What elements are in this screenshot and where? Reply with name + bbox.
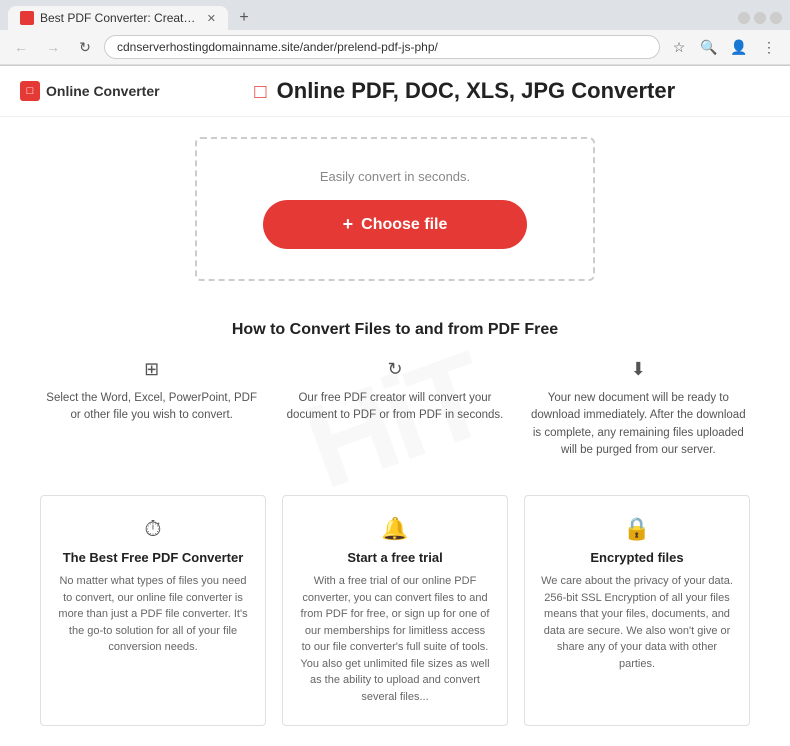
- step-1: ⊞ Select the Word, Excel, PowerPoint, PD…: [40, 359, 263, 459]
- feature-card-0: ⏱ The Best Free PDF Converter No matter …: [40, 495, 266, 726]
- bookmark-icon[interactable]: ☆: [666, 34, 692, 60]
- site-title: □ Online PDF, DOC, XLS, JPG Converter: [160, 78, 770, 104]
- feature-2-icon: 🔒: [623, 516, 650, 542]
- tab-close-icon[interactable]: ✕: [207, 12, 216, 25]
- feature-1-text: With a free trial of our online PDF conv…: [299, 573, 491, 705]
- menu-icon[interactable]: ⋮: [756, 34, 782, 60]
- logo-icon: □: [20, 81, 40, 101]
- how-to-section: How to Convert Files to and from PDF Fre…: [0, 301, 790, 479]
- url-text: cdnserverhostingdomainname.site/ander/pr…: [117, 40, 438, 54]
- upload-subtitle: Easily convert in seconds.: [320, 169, 470, 184]
- feature-2-title: Encrypted files: [590, 550, 683, 565]
- back-button[interactable]: ←: [8, 34, 34, 60]
- plus-icon: +: [343, 214, 354, 235]
- feature-0-text: No matter what types of files you need t…: [57, 573, 249, 656]
- page-content: HiT □ Online Converter □ Online PDF, DOC…: [0, 66, 790, 746]
- tab-favicon: [20, 11, 34, 25]
- window-close-icon[interactable]: [770, 12, 782, 24]
- step-3: ⬇ Your new document will be ready to dow…: [527, 359, 750, 459]
- tab-title: Best PDF Converter: Create, Conv...: [40, 11, 201, 25]
- address-bar[interactable]: cdnserverhostingdomainname.site/ander/pr…: [104, 35, 660, 59]
- step-3-text: Your new document will be ready to downl…: [527, 390, 750, 459]
- step-2-text: Our free PDF creator will convert your d…: [283, 390, 506, 425]
- account-icon[interactable]: 👤: [726, 34, 752, 60]
- logo: □ Online Converter: [20, 81, 160, 101]
- search-icon[interactable]: 🔍: [696, 34, 722, 60]
- step-1-text: Select the Word, Excel, PowerPoint, PDF …: [40, 390, 263, 425]
- window-minimize-icon[interactable]: [738, 12, 750, 24]
- title-pdf-icon: □: [254, 81, 266, 103]
- feature-card-1: 🔔 Start a free trial With a free trial o…: [282, 495, 508, 726]
- upload-box: Easily convert in seconds. + Choose file: [195, 137, 595, 281]
- refresh-button[interactable]: ↻: [72, 34, 98, 60]
- features-grid: ⏱ The Best Free PDF Converter No matter …: [40, 495, 750, 726]
- feature-0-icon: ⏱: [144, 516, 161, 542]
- upload-section: Easily convert in seconds. + Choose file: [0, 117, 790, 301]
- browser-chrome: Best PDF Converter: Create, Conv... ✕ + …: [0, 0, 790, 66]
- step-2-icon: ↻: [387, 359, 402, 380]
- new-tab-button[interactable]: +: [232, 6, 256, 30]
- step-1-icon: ⊞: [144, 359, 159, 380]
- how-to-title: How to Convert Files to and from PDF Fre…: [40, 321, 750, 339]
- browser-tab[interactable]: Best PDF Converter: Create, Conv... ✕: [8, 6, 228, 30]
- features-section: ⏱ The Best Free PDF Converter No matter …: [0, 479, 790, 746]
- feature-1-title: Start a free trial: [347, 550, 442, 565]
- site-header: □ Online Converter □ Online PDF, DOC, XL…: [0, 66, 790, 117]
- logo-text: Online Converter: [46, 83, 160, 99]
- step-2: ↻ Our free PDF creator will convert your…: [283, 359, 506, 459]
- feature-card-2: 🔒 Encrypted files We care about the priv…: [524, 495, 750, 726]
- feature-0-title: The Best Free PDF Converter: [63, 550, 244, 565]
- window-maximize-icon[interactable]: [754, 12, 766, 24]
- title-text: Online PDF, DOC, XLS, JPG Converter: [277, 78, 676, 103]
- choose-file-button[interactable]: + Choose file: [263, 200, 528, 249]
- feature-1-icon: 🔔: [381, 516, 408, 542]
- steps-grid: ⊞ Select the Word, Excel, PowerPoint, PD…: [40, 359, 750, 459]
- choose-file-label: Choose file: [361, 216, 447, 234]
- step-3-icon: ⬇: [631, 359, 646, 380]
- forward-button[interactable]: →: [40, 34, 66, 60]
